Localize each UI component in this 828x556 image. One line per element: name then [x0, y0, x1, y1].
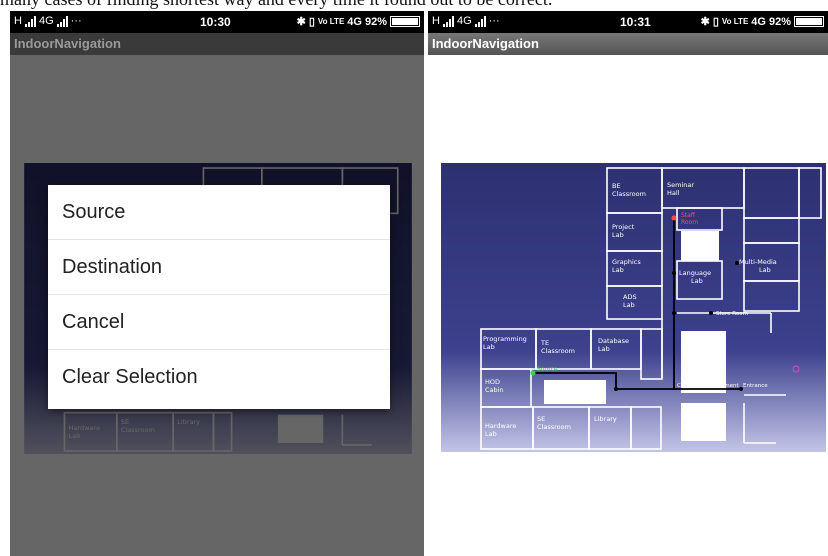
staircase-left — [544, 380, 606, 404]
destination-marker — [671, 215, 677, 221]
right-phone-screen: H 4G ··· 10:31 ✱ ▯ Vo LTE 4G 92% IndoorN… — [428, 11, 828, 556]
left-phone-screen: H 4G ··· 10:30 ✱ ▯ Vo LTE 4G 92% IndoorN… — [10, 11, 424, 556]
status-right: ✱ ▯ Vo LTE 4G 92% — [297, 15, 420, 28]
map-label-store: Store Room — [716, 311, 748, 317]
status-time: 10:31 — [620, 15, 651, 29]
network-label: 4G — [456, 15, 472, 27]
source-option[interactable]: Source — [48, 185, 390, 240]
signal-icon — [442, 15, 454, 27]
map-label-entrance: Entrance — [743, 383, 768, 389]
source-marker — [530, 370, 536, 376]
map-label-library: Library — [594, 415, 617, 423]
clear-selection-option[interactable]: Clear Selection — [48, 350, 390, 405]
battery-icon — [390, 16, 420, 27]
network-4g-icon: 4G — [347, 15, 362, 28]
map-label-source: Source — [537, 366, 558, 373]
carrier-label: H — [14, 15, 22, 27]
status-right: ✱ ▯ Vo LTE 4G 92% — [701, 15, 824, 28]
floor-map-svg: BE Classroom Seminar Hall Staff Room Projec… — [441, 163, 826, 452]
destination-option[interactable]: Destination — [48, 240, 390, 295]
signal-group: H 4G ··· — [432, 15, 500, 27]
network-4g-icon: 4G — [751, 15, 766, 28]
app-title: IndoorNavigation — [428, 33, 828, 55]
battery-icon — [794, 16, 824, 27]
more-dots: ··· — [488, 15, 500, 27]
carrier-label: H — [432, 15, 440, 27]
map-label-computer-dept: Computer department — [677, 383, 739, 389]
vibrate-icon: ▯ — [712, 16, 719, 28]
battery-percent: 92% — [768, 15, 791, 28]
vibrate-icon: ▯ — [308, 16, 315, 28]
volte-icon: Vo LTE — [721, 17, 749, 26]
map-label-ads: ADS Lab — [623, 293, 637, 309]
volte-icon: Vo LTE — [317, 17, 345, 26]
bluetooth-icon: ✱ — [296, 16, 306, 28]
signal-icon-2 — [474, 15, 486, 27]
app-title: IndoorNavigation — [10, 33, 424, 55]
status-bar: H 4G ··· 10:30 ✱ ▯ Vo LTE 4G 92% — [10, 11, 424, 33]
page-caption: many cases of finding shortest way and e… — [0, 0, 828, 11]
status-bar: H 4G ··· 10:31 ✱ ▯ Vo LTE 4G 92% — [428, 11, 828, 33]
battery-percent: 92% — [364, 15, 387, 28]
network-label: 4G — [38, 15, 54, 27]
cancel-option[interactable]: Cancel — [48, 295, 390, 350]
bluetooth-icon: ✱ — [700, 16, 710, 28]
signal-icon — [24, 15, 36, 27]
floor-map[interactable]: BE Classroom Seminar Hall Staff Room Projec… — [441, 163, 826, 452]
staircase-upper — [681, 231, 719, 261]
status-time: 10:30 — [200, 15, 231, 29]
lift — [681, 403, 726, 441]
signal-group: H 4G ··· — [14, 15, 82, 27]
selection-dialog: Source Destination Cancel Clear Selectio… — [48, 185, 390, 409]
signal-icon-2 — [56, 15, 68, 27]
more-dots: ··· — [70, 15, 82, 27]
